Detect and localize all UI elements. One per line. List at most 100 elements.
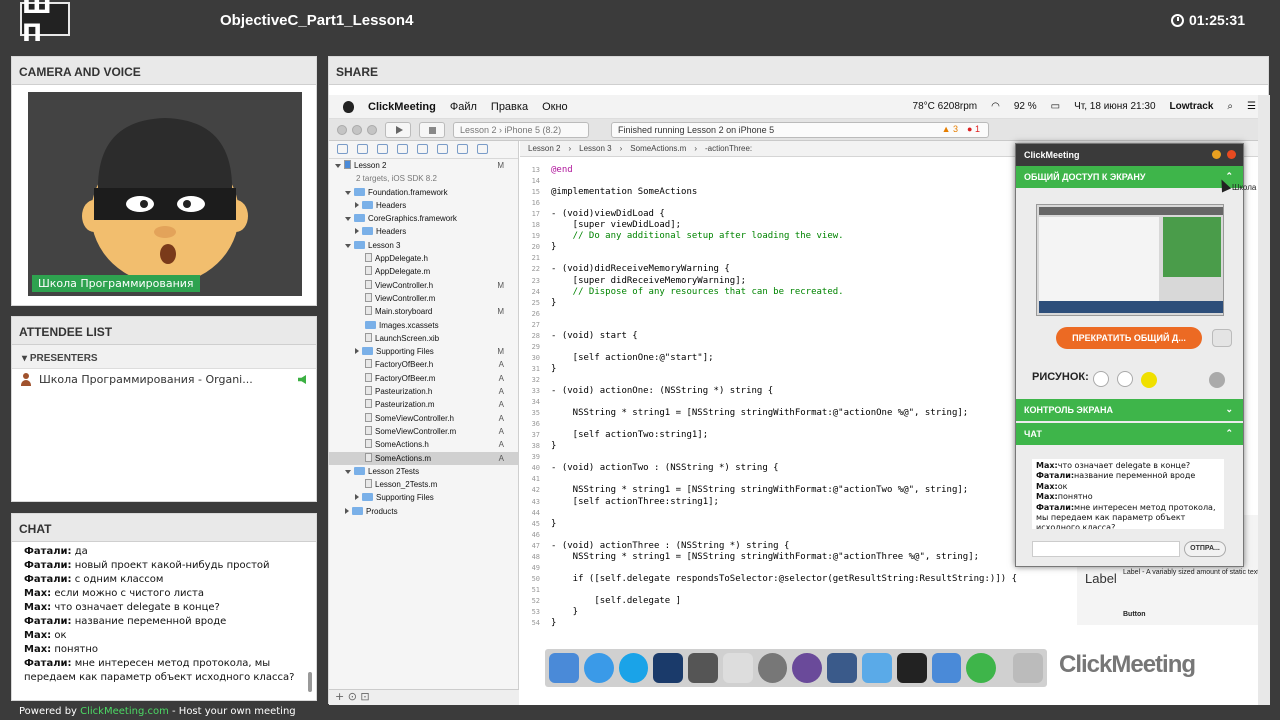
trash-icon[interactable] <box>1209 372 1225 388</box>
file-tree-item[interactable]: SomeViewController.h A <box>329 412 518 425</box>
settings-icon[interactable] <box>757 653 788 683</box>
wifi-icon[interactable]: ◠ <box>991 101 1000 112</box>
error-count[interactable]: ● 1 <box>967 124 980 134</box>
color-picker[interactable] <box>1141 372 1157 388</box>
report-nav-icon[interactable] <box>477 144 488 154</box>
debug-nav-icon[interactable] <box>437 144 448 154</box>
warning-count[interactable]: ▲ 3 <box>942 124 958 134</box>
minimize-icon[interactable] <box>352 125 362 135</box>
file-tree-item[interactable]: Headers <box>329 225 518 238</box>
photoshop-icon[interactable] <box>653 653 684 683</box>
jump-bar-item[interactable]: SomeActions.m <box>630 144 686 153</box>
menu-item-edit[interactable]: Правка <box>491 101 528 113</box>
stop-sharing-button[interactable]: ПРЕКРАТИТЬ ОБЩИЙ Д... <box>1056 327 1202 349</box>
minimize-icon[interactable] <box>1212 150 1221 159</box>
file-tree-item[interactable]: 2 targets, iOS SDK 8.2 <box>329 172 518 185</box>
menubar-user[interactable]: Lowtrack <box>1170 101 1214 112</box>
file-status: A <box>498 453 504 463</box>
github-icon[interactable] <box>792 653 823 683</box>
file-tree-item[interactable]: Lesson_2Tests.m <box>329 478 518 491</box>
test-nav-icon[interactable] <box>417 144 428 154</box>
spotlight-icon[interactable]: ⌕ <box>1227 101 1233 112</box>
zoom-icon[interactable] <box>367 125 377 135</box>
file-tree-item[interactable]: SomeViewController.m A <box>329 425 518 438</box>
battery-icon[interactable]: ▭ <box>1051 101 1060 112</box>
chat-scrollbar[interactable] <box>308 672 312 692</box>
screen-control-bar[interactable]: КОНТРОЛЬ ЭКРАНА ⌄ <box>1016 399 1243 421</box>
file-tree-item[interactable]: Products <box>329 505 518 518</box>
powered-link[interactable]: ClickMeeting.com <box>80 706 169 717</box>
file-tree-item[interactable]: Images.xcassets <box>329 319 518 332</box>
jump-bar-item[interactable]: › <box>694 144 697 153</box>
file-tree-item[interactable]: CoreGraphics.framework <box>329 212 518 225</box>
sublime-icon[interactable] <box>688 653 718 683</box>
menubar-app[interactable]: ClickMeeting <box>368 101 436 113</box>
pencil-icon[interactable] <box>1093 371 1109 387</box>
list-icon[interactable]: ☰ <box>1247 101 1256 112</box>
file-tree-item[interactable]: Main.storyboard M <box>329 305 518 318</box>
file-tree-item[interactable]: Supporting Files M <box>329 345 518 358</box>
xcode-icon[interactable] <box>931 653 962 683</box>
search-nav-icon[interactable] <box>377 144 388 154</box>
presenters-section[interactable]: ▾ PRESENTERS <box>12 345 316 369</box>
file-tree-item[interactable]: Supporting Files <box>329 491 518 504</box>
send-button[interactable]: ОТПРА... <box>1184 541 1226 557</box>
arrow-icon[interactable] <box>1117 371 1133 387</box>
fullscreen-icon[interactable] <box>1212 329 1232 347</box>
menu-item-window[interactable]: Окно <box>542 101 568 113</box>
file-tree-item[interactable]: Pasteurization.m A <box>329 398 518 411</box>
terminal-icon[interactable] <box>896 653 927 683</box>
file-tree-item[interactable]: Lesson 2 M <box>329 159 518 172</box>
speaker-icon[interactable] <box>298 375 306 384</box>
file-tree-item[interactable]: LaunchScreen.xib <box>329 332 518 345</box>
folder-icon[interactable] <box>862 653 892 683</box>
chat-input[interactable] <box>1032 541 1180 557</box>
breakpoint-nav-icon[interactable] <box>457 144 468 154</box>
file-tree-item[interactable]: AppDelegate.h <box>329 252 518 265</box>
safari-icon[interactable] <box>583 653 614 683</box>
file-tree-item[interactable]: FactoryOfBeer.m A <box>329 372 518 385</box>
powered-prefix: Powered by <box>19 706 81 717</box>
unity-icon[interactable] <box>722 653 753 683</box>
run-button[interactable] <box>385 122 411 138</box>
navigator-filter-bar[interactable]: + ⊙ ⊡ <box>329 689 519 705</box>
folder-nav-icon[interactable] <box>337 144 348 154</box>
chat-bar[interactable]: ЧАТ ⌃ <box>1016 423 1243 445</box>
file-tree-item[interactable]: Headers <box>329 199 518 212</box>
clickmeeting-dock-icon[interactable] <box>966 653 997 683</box>
close-icon[interactable] <box>337 125 347 135</box>
instruments-icon[interactable] <box>827 653 858 683</box>
file-tree-item[interactable]: FactoryOfBeer.h A <box>329 358 518 371</box>
stop-button[interactable] <box>419 122 445 138</box>
skype-icon[interactable] <box>618 653 649 683</box>
file-tree-item[interactable]: Lesson 2Tests <box>329 465 518 478</box>
jump-bar-item[interactable]: Lesson 2 <box>528 144 560 153</box>
file-tree-item[interactable]: ViewController.m <box>329 292 518 305</box>
label-object-title[interactable]: Label <box>1085 571 1117 586</box>
file-tree-item[interactable]: AppDelegate.m <box>329 265 518 278</box>
file-tree-item[interactable]: Pasteurization.h A <box>329 385 518 398</box>
jump-bar-item[interactable]: Lesson 3 <box>579 144 611 153</box>
scheme-selector[interactable]: Lesson 2 › iPhone 5 (8.2) <box>453 122 589 138</box>
file-tree-item[interactable]: SomeActions.m A <box>329 451 518 465</box>
apple-icon[interactable] <box>343 100 354 113</box>
button-object-title[interactable]: Button <box>1123 611 1263 618</box>
jump-bar-item[interactable]: › <box>568 144 571 153</box>
file-tree-item[interactable]: Foundation.framework <box>329 186 518 199</box>
finder-icon[interactable] <box>549 653 579 683</box>
share-screen-bar[interactable]: ОБЩИЙ ДОСТУП К ЭКРАНУ ⌃ <box>1016 166 1243 188</box>
close-icon[interactable] <box>1227 150 1236 159</box>
trash-icon[interactable] <box>1013 653 1043 683</box>
chevron-up-icon[interactable]: ⌃ <box>1225 428 1233 439</box>
file-tree-item[interactable]: SomeActions.h A <box>329 438 518 451</box>
jump-bar-item[interactable]: › <box>620 144 623 153</box>
symbol-nav-icon[interactable] <box>357 144 368 154</box>
issue-nav-icon[interactable] <box>397 144 408 154</box>
share-scrollbar[interactable] <box>1258 95 1270 705</box>
jump-bar-item[interactable]: -actionThree: <box>705 144 752 153</box>
file-tree-item[interactable]: Lesson 3 <box>329 239 518 252</box>
attendee-row[interactable]: Школа Программирования - Organi... <box>12 369 316 390</box>
file-tree-item[interactable]: ViewController.h M <box>329 279 518 292</box>
menu-item-file[interactable]: Файл <box>450 101 477 113</box>
chevron-down-icon[interactable]: ⌄ <box>1225 404 1233 415</box>
